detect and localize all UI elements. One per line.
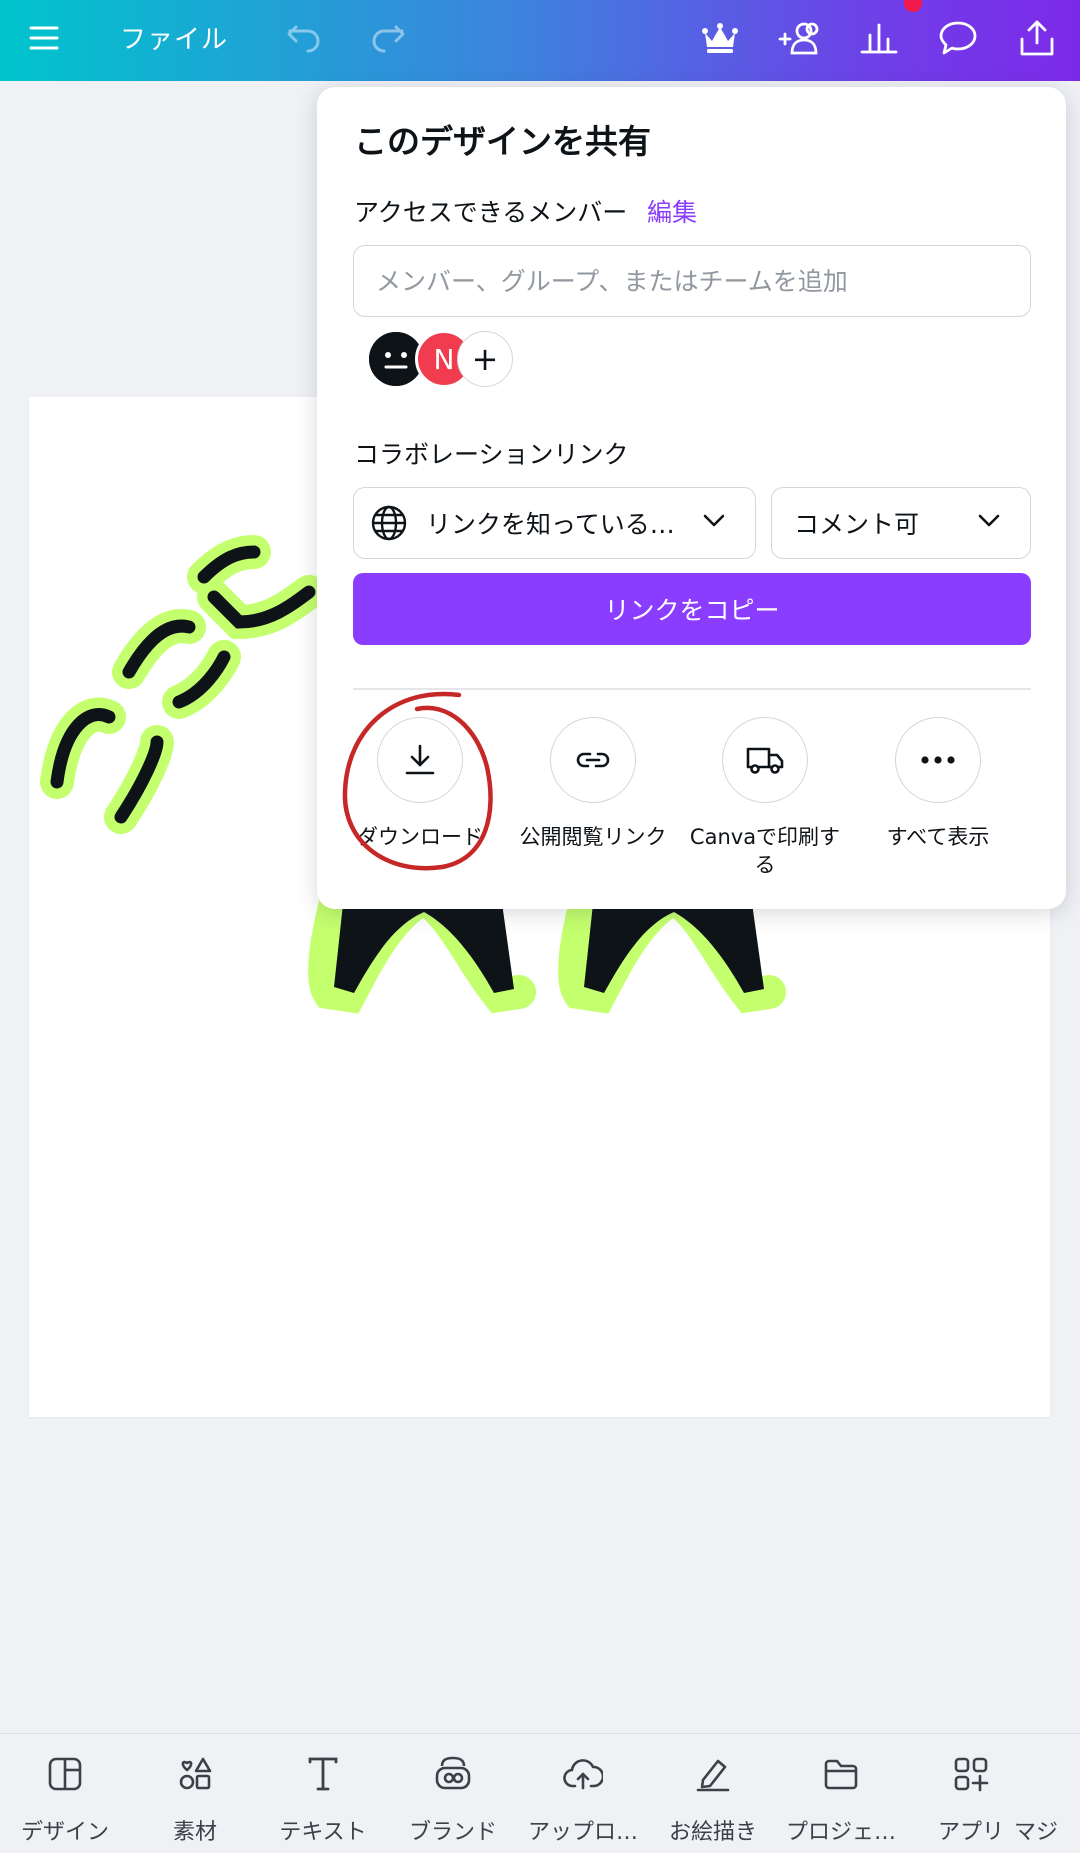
brand-icon (435, 1756, 471, 1790)
nav-draw[interactable]: お絵描き (648, 1752, 778, 1846)
nav-design[interactable]: デザイン (0, 1752, 130, 1846)
undo-icon[interactable] (282, 0, 326, 75)
nav-apps-label: アプリ (937, 1820, 1004, 1845)
permission-select[interactable]: コメント可 (771, 487, 1031, 559)
public-view-link-action[interactable]: 公開閲覧リンク (507, 717, 679, 851)
file-menu-button[interactable]: ファイル (118, 0, 230, 75)
nav-brand[interactable]: ブランド (388, 1752, 518, 1846)
download-label: ダウンロード (357, 825, 483, 849)
top-toolbar: ファイル (0, 0, 1080, 81)
menu-icon[interactable] (22, 0, 66, 75)
upload-icon (563, 1759, 603, 1790)
download-button[interactable] (377, 717, 463, 803)
file-menu-label: ファイル (119, 25, 228, 55)
plus-icon: + (471, 340, 499, 378)
copy-link-button[interactable]: リンクをコピー (353, 573, 1031, 645)
print-with-canva-action[interactable]: Canvaで印刷する (679, 717, 851, 879)
member-search-input[interactable] (353, 245, 1031, 317)
truck-icon (746, 747, 784, 774)
analytics-icon[interactable] (856, 0, 902, 75)
print-with-canva-button[interactable] (722, 717, 808, 803)
public-view-link-button[interactable] (550, 717, 636, 803)
design-icon (48, 1757, 82, 1791)
link-access-select[interactable]: リンクを知っている… (353, 487, 756, 559)
text-icon (308, 1757, 338, 1791)
elements-icon (179, 1757, 212, 1790)
share-upload-icon[interactable] (1014, 0, 1060, 75)
permission-value: コメント可 (794, 510, 920, 539)
download-action[interactable]: ダウンロード (334, 717, 506, 851)
nav-magic-label: マジ (1014, 1820, 1059, 1845)
more-icon (921, 756, 955, 764)
chevron-down-icon (703, 514, 725, 527)
link-access-value: リンクを知っている… (426, 510, 675, 539)
nav-magic[interactable]: マジ (1014, 1752, 1080, 1846)
see-all-button[interactable] (895, 717, 981, 803)
add-member-button[interactable]: + (457, 331, 513, 387)
nav-text[interactable]: テキスト (258, 1752, 388, 1846)
nav-text-label: テキスト (279, 1820, 367, 1845)
notification-dot (904, 0, 922, 12)
share-design-panel: このデザインを共有 アクセスできるメンバー 編集 N + コラボレーションリンク… (317, 87, 1066, 909)
see-all-action[interactable]: すべて表示 (852, 717, 1024, 851)
nav-uploads-label: アップロ… (527, 1820, 638, 1845)
access-members-label: アクセスできるメンバー (354, 198, 628, 227)
panel-title: このデザインを共有 (354, 122, 651, 161)
edit-access-link[interactable]: 編集 (647, 193, 697, 229)
add-people-icon[interactable] (774, 0, 826, 75)
nav-design-label: デザイン (20, 1820, 109, 1845)
link-icon (576, 752, 610, 768)
collaboration-link-label: コラボレーションリンク (354, 440, 629, 469)
redo-icon[interactable] (366, 0, 410, 75)
nav-elements[interactable]: 素材 (130, 1752, 260, 1846)
print-with-canva-label: Canvaで印刷する (689, 825, 841, 877)
globe-icon (371, 505, 407, 541)
chevron-down-icon (978, 514, 1000, 527)
nav-uploads[interactable]: アップロ… (518, 1752, 648, 1846)
crown-icon[interactable] (697, 0, 743, 75)
nav-projects-label: プロジェ… (785, 1820, 896, 1845)
download-icon (405, 744, 435, 775)
draw-icon (696, 1759, 730, 1792)
divider (353, 688, 1031, 690)
see-all-label: すべて表示 (886, 825, 990, 849)
comment-icon[interactable] (935, 0, 981, 75)
bottom-toolbar: デザイン 素材 テキスト ブランド アップロ… お絵描き プロジェ… アプリ マ… (0, 1733, 1080, 1853)
nav-brand-label: ブランド (408, 1820, 497, 1845)
nav-projects[interactable]: プロジェ… (776, 1752, 906, 1846)
nav-elements-label: 素材 (172, 1820, 217, 1845)
public-view-link-label: 公開閲覧リンク (519, 825, 667, 849)
apps-icon (954, 1757, 989, 1792)
folder-icon (824, 1759, 858, 1790)
nav-draw-label: お絵描き (668, 1820, 757, 1845)
